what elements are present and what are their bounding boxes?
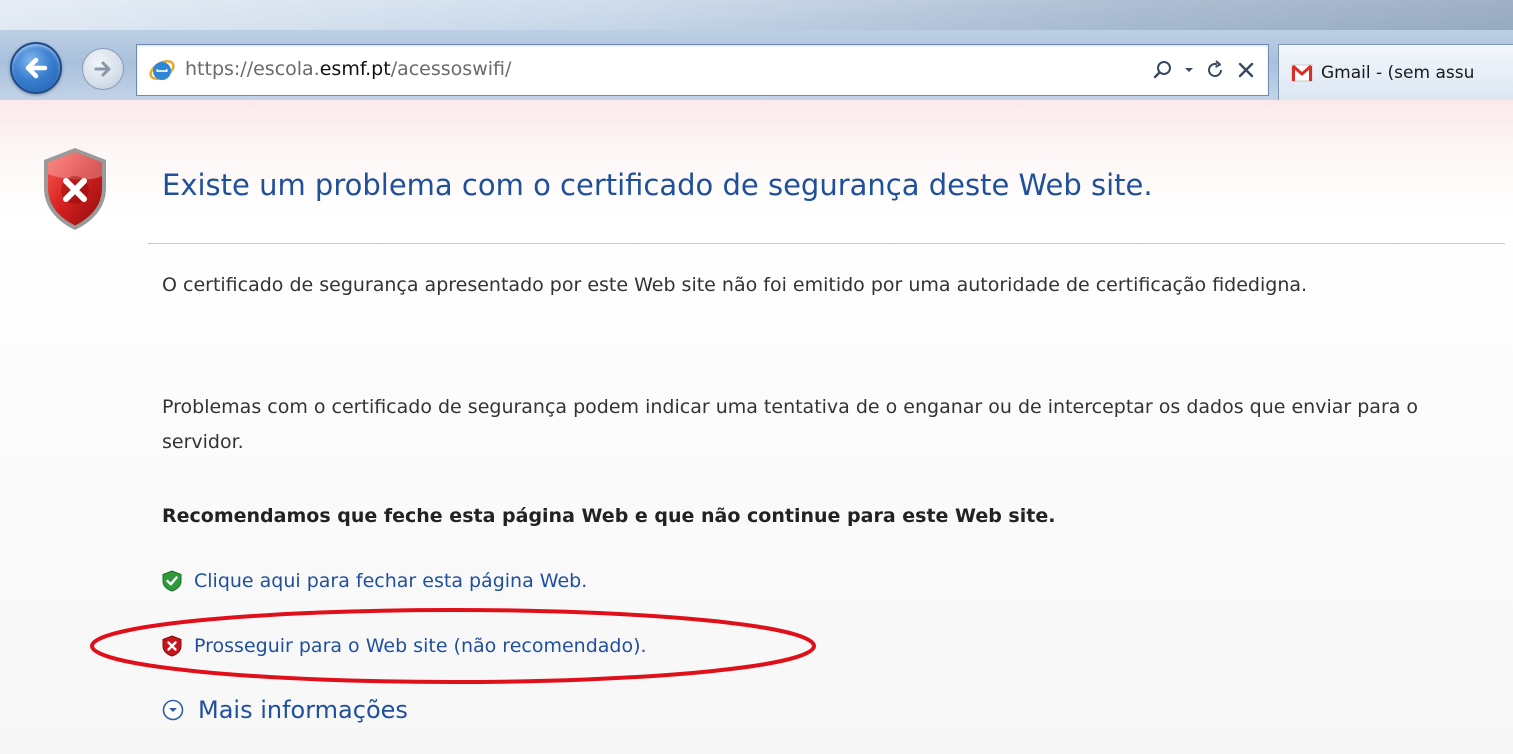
close-icon — [1238, 62, 1254, 78]
arrow-right-icon — [94, 61, 111, 77]
description-paragraph-2: Problemas com o certificado de segurança… — [162, 396, 1419, 453]
search-icon — [1153, 61, 1171, 79]
more-info-label[interactable]: Mais informações — [198, 696, 408, 724]
ie-logo-icon — [149, 60, 175, 80]
refresh-icon — [1208, 60, 1222, 77]
chevron-down-icon — [1185, 68, 1193, 72]
search-dropdown-button[interactable] — [1184, 65, 1194, 75]
browser-toolbar: https://escola.esmf.pt/acessoswifi/ Gmai… — [0, 0, 1513, 100]
browser-tab[interactable]: Gmail - (sem assu — [1278, 44, 1513, 100]
certificate-error-page: Existe um problema com o certificado de … — [0, 100, 1513, 754]
proceed-to-site-link[interactable]: Prosseguir para o Web site (não recomend… — [162, 635, 647, 657]
close-page-link-label[interactable]: Clique aqui para fechar esta página Web. — [194, 570, 587, 592]
back-button[interactable] — [10, 42, 62, 94]
url-host: esmf.pt — [319, 58, 391, 80]
more-info-toggle[interactable]: Mais informações — [162, 696, 408, 724]
url-path: /acessoswifi/ — [390, 58, 512, 80]
search-button[interactable] — [1152, 59, 1174, 81]
green-check-shield-icon — [162, 570, 182, 592]
gmail-icon — [1291, 64, 1313, 81]
proceed-to-site-link-label[interactable]: Prosseguir para o Web site (não recomend… — [194, 635, 647, 657]
forward-button[interactable] — [82, 48, 124, 90]
error-shield-icon — [44, 148, 106, 230]
stop-button[interactable] — [1236, 60, 1256, 80]
url-prefix: https://escola. — [185, 58, 320, 80]
address-bar[interactable]: https://escola.esmf.pt/acessoswifi/ — [136, 44, 1269, 96]
toolbar-glass-highlight — [0, 0, 1513, 30]
address-bar-tools — [1152, 55, 1256, 85]
refresh-button[interactable] — [1204, 59, 1226, 81]
description-paragraph-1: O certificado de segurança apresentado p… — [162, 274, 1308, 296]
tab-title: Gmail - (sem assu — [1321, 62, 1475, 83]
arrow-left-icon — [25, 57, 48, 79]
divider — [148, 243, 1505, 244]
recommendation-text: Recomendamos que feche esta página Web e… — [162, 505, 1056, 527]
chevron-down-circle-icon — [162, 699, 184, 721]
close-page-link[interactable]: Clique aqui para fechar esta página Web. — [162, 570, 587, 592]
red-x-shield-icon — [162, 635, 182, 657]
page-title: Existe um problema com o certificado de … — [162, 168, 1153, 202]
url-text[interactable]: https://escola.esmf.pt/acessoswifi/ — [185, 58, 511, 80]
